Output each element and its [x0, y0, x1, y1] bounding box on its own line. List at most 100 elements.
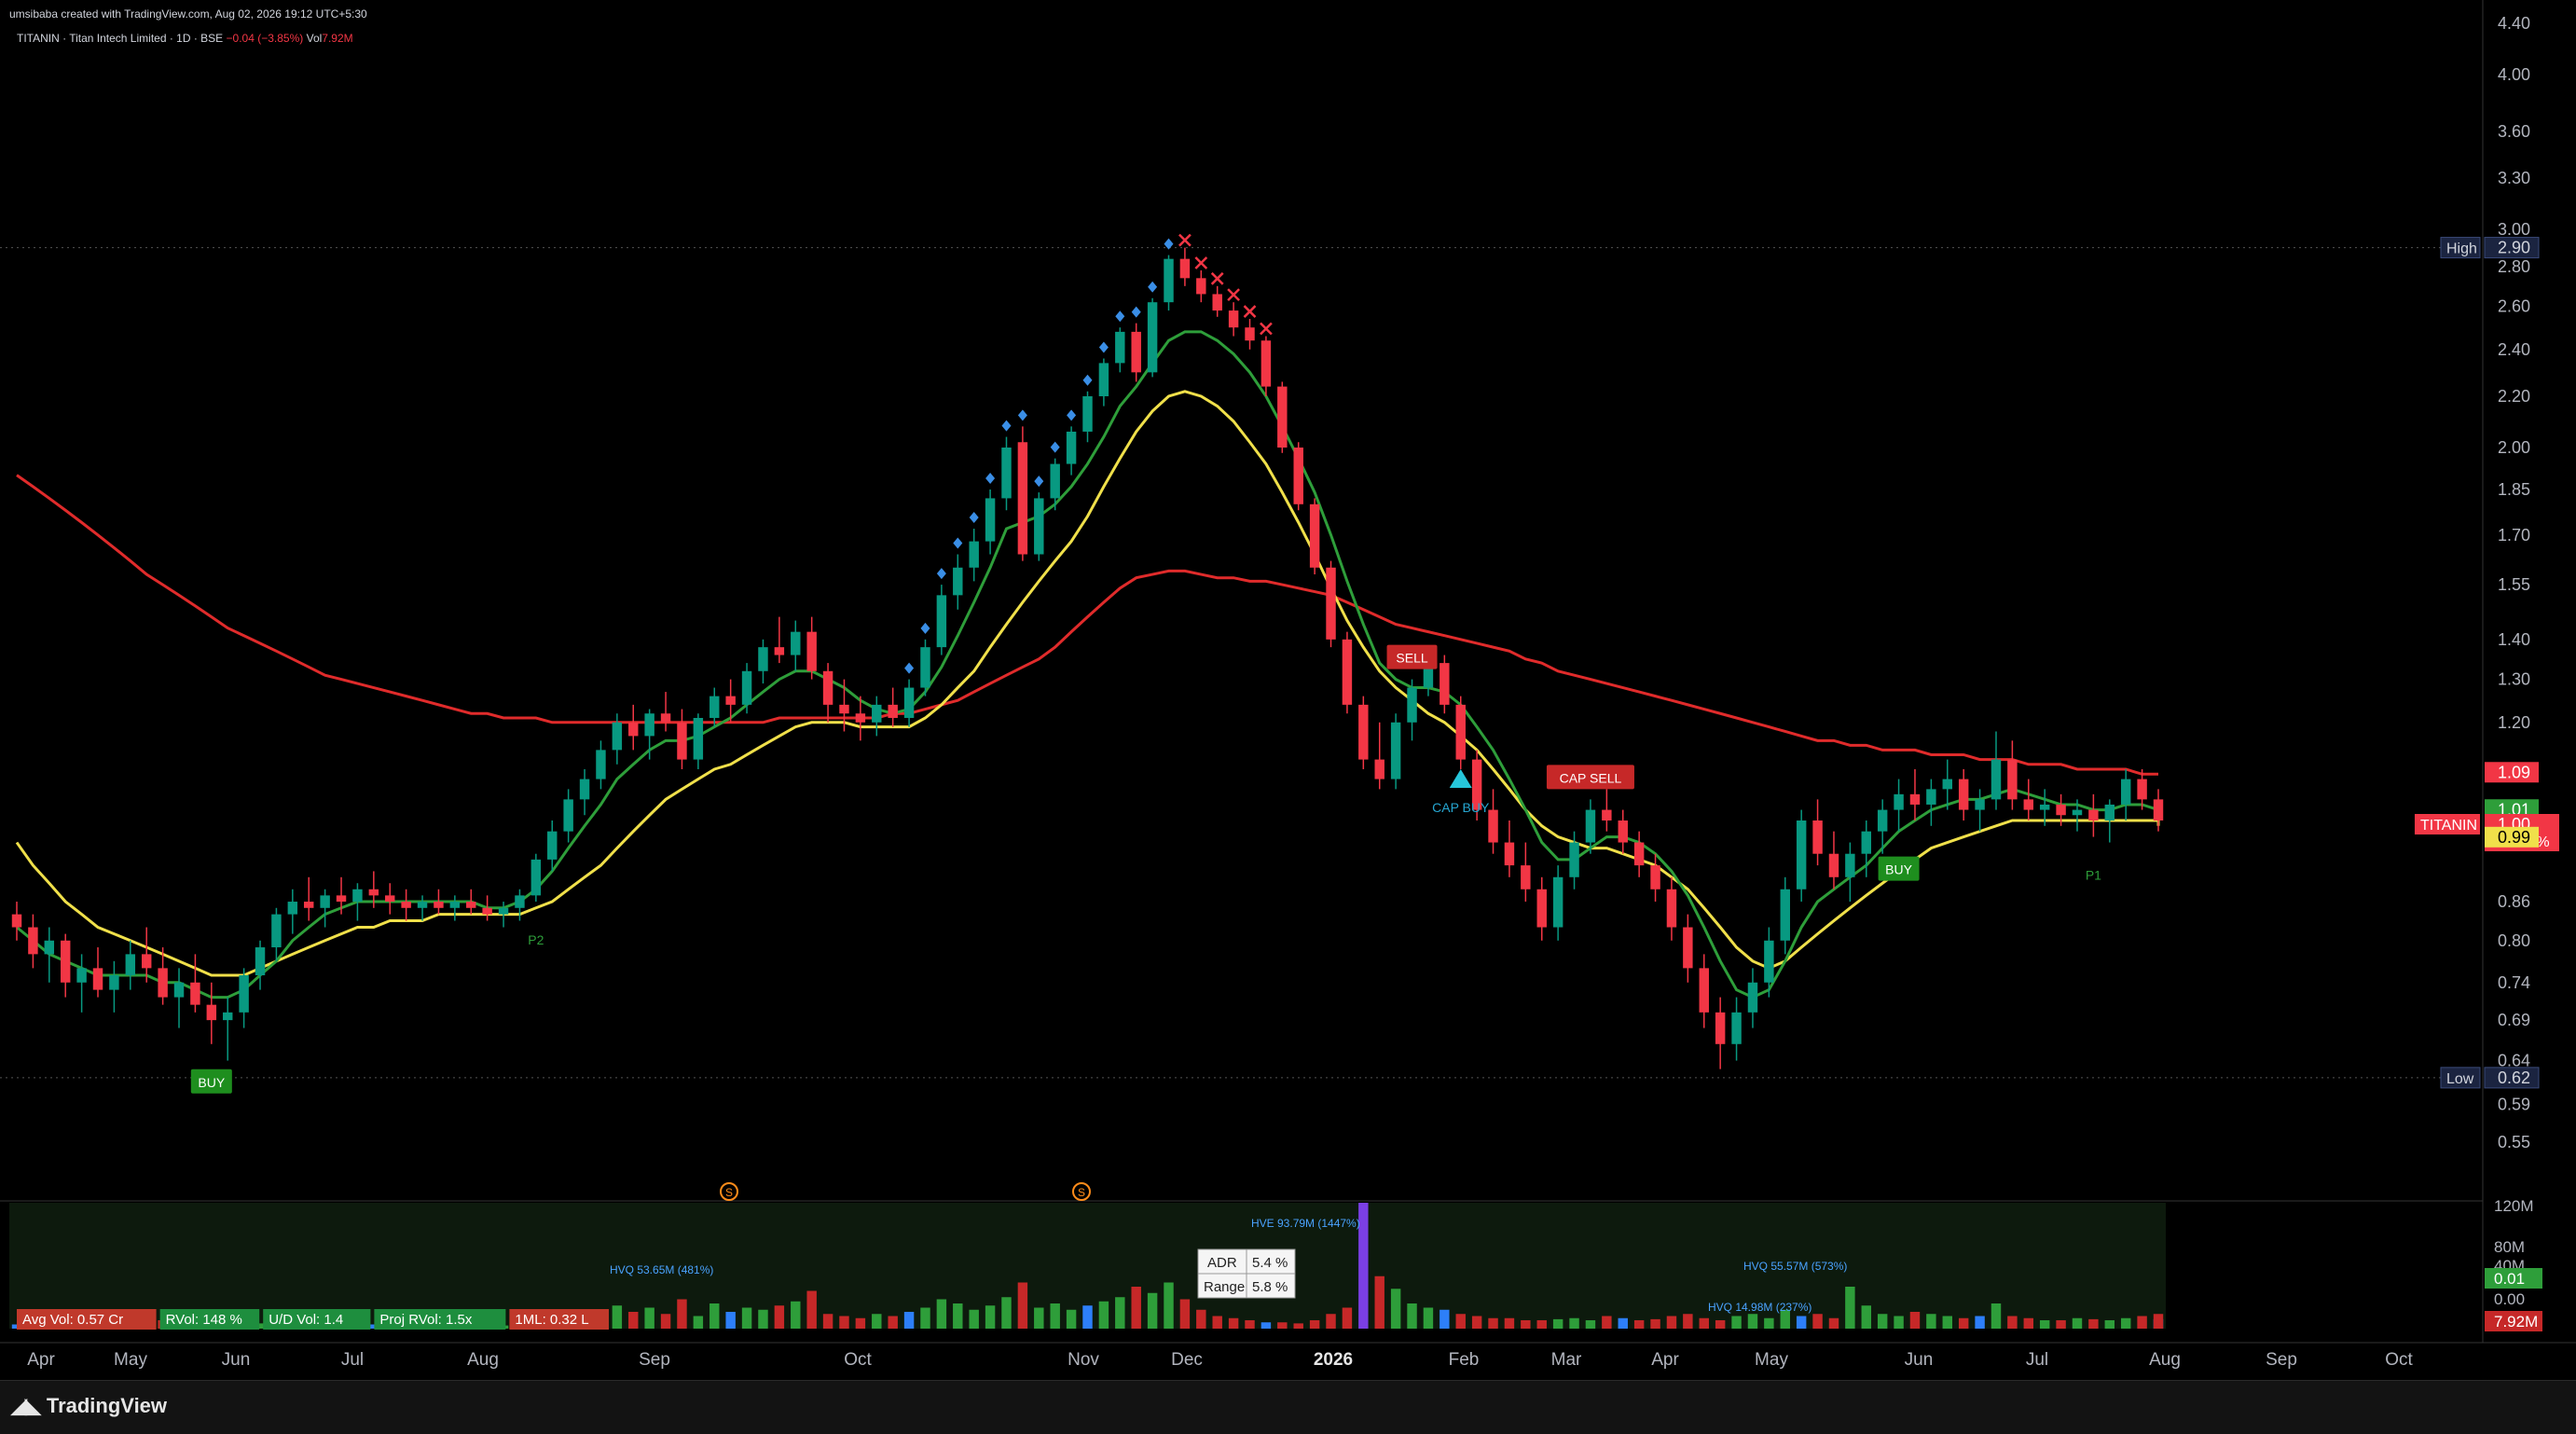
- volume-bar: [660, 1314, 671, 1329]
- tradingview-logo-icon: ◢◣: [11, 1394, 41, 1417]
- volume-bar: [953, 1303, 963, 1329]
- y-tick-label: 2.60: [2498, 297, 2530, 316]
- candle-body: [466, 902, 476, 908]
- symbol-tag-label: TITANIN: [2420, 818, 2477, 834]
- candle-body: [60, 940, 71, 983]
- candle-body: [2088, 809, 2099, 821]
- candle-body: [2153, 799, 2164, 821]
- candle-body: [677, 722, 687, 760]
- candle-body: [1942, 779, 1953, 790]
- candle-body: [2104, 804, 2115, 821]
- candle-body: [1796, 820, 1807, 889]
- candle-body: [1585, 809, 1596, 843]
- volume-label: Vol: [306, 32, 323, 45]
- volume-bar: [1034, 1307, 1044, 1329]
- signal-label: P2: [528, 932, 544, 947]
- candle-body: [255, 947, 266, 976]
- candle-body: [1001, 448, 1012, 499]
- candle-body: [1764, 940, 1774, 983]
- candle-body: [1293, 448, 1303, 504]
- x-tick-label: Jun: [1905, 1350, 1934, 1370]
- volume-bar: [2088, 1318, 2099, 1329]
- candle-body: [2039, 804, 2050, 810]
- volume-bar: [1082, 1305, 1093, 1329]
- volume-bar: [1569, 1317, 1579, 1329]
- volume-bar: [2039, 1320, 2050, 1329]
- candle-body: [1179, 258, 1191, 279]
- candle-body: [660, 713, 671, 723]
- candle-body: [872, 704, 882, 723]
- volume-stat-text: Proj RVol: 1.5x: [379, 1312, 472, 1328]
- candle-body: [222, 1012, 233, 1021]
- candle-body: [2056, 804, 2066, 816]
- brand-logo[interactable]: ◢◣ TradingView: [11, 1394, 167, 1418]
- volume-bar: [1747, 1314, 1758, 1329]
- volume-bar: [1212, 1316, 1222, 1329]
- x-tick-label: Mar: [1551, 1350, 1582, 1370]
- x-tick-label: Aug: [2149, 1350, 2181, 1370]
- adr-value: 5.4 %: [1252, 1255, 1288, 1271]
- candle-body: [434, 902, 444, 908]
- candle-body: [1407, 687, 1417, 723]
- candle-body: [1991, 759, 2002, 800]
- low-tag-label: Low: [2446, 1071, 2474, 1087]
- volume-axis-label: 120M: [2494, 1197, 2534, 1215]
- y-tick-label: 0.86: [2498, 892, 2530, 911]
- volume-bar: [1050, 1303, 1060, 1329]
- volume-bar: [1926, 1314, 1936, 1329]
- volume-bar: [806, 1290, 817, 1329]
- candle-body: [1390, 722, 1401, 779]
- candle-body: [920, 647, 930, 688]
- candle-body: [2120, 779, 2131, 805]
- candle-body: [28, 927, 38, 955]
- candle-body: [1569, 842, 1579, 877]
- candle-body: [969, 541, 979, 568]
- candle-body: [1812, 820, 1823, 854]
- volume-bar: [920, 1307, 930, 1329]
- volume-stat-text: RVol: 148 %: [166, 1312, 242, 1328]
- candle-body: [628, 722, 639, 737]
- volume-bar: [936, 1299, 947, 1329]
- candle-body: [1780, 889, 1790, 941]
- volume-bar: [1650, 1318, 1660, 1329]
- candle-body: [1374, 759, 1384, 779]
- candle-body: [109, 975, 119, 990]
- candle-body: [1228, 310, 1239, 328]
- volume-bar: [1764, 1317, 1774, 1329]
- volume-bar: [1228, 1317, 1239, 1329]
- candle-body: [1909, 793, 1921, 805]
- low-price-value: 0.62: [2498, 1069, 2530, 1087]
- volume-bar: [1877, 1314, 1888, 1329]
- candle-body: [596, 750, 606, 779]
- candle-body: [2137, 779, 2147, 800]
- candle-body: [401, 902, 411, 908]
- volume-bar: [774, 1305, 785, 1329]
- y-tick-label: 2.00: [2498, 438, 2530, 457]
- x-tick-label: Jul: [2026, 1350, 2048, 1370]
- candle-body: [1504, 842, 1515, 866]
- volume-bar: [1942, 1316, 1953, 1329]
- adr-label: ADR: [1207, 1255, 1237, 1271]
- candle-body: [953, 567, 963, 596]
- candle-body: [822, 670, 833, 705]
- price-chart[interactable]: 4.404.003.603.303.002.802.602.402.202.00…: [0, 0, 2576, 1380]
- range-value: 5.8 %: [1252, 1279, 1288, 1295]
- volume-bar: [1618, 1317, 1628, 1329]
- symbol-legend[interactable]: TITANIN · Titan Intech Limited · 1D · BS…: [17, 32, 353, 45]
- x-tick-label: Sep: [639, 1350, 670, 1370]
- volume-bar: [2056, 1320, 2066, 1329]
- candle-body: [709, 696, 720, 718]
- signal-label: CAP BUY: [1432, 800, 1490, 815]
- x-tick-label: Dec: [1171, 1350, 1203, 1370]
- candle-body: [1536, 889, 1547, 928]
- candle-body: [1666, 889, 1677, 928]
- hv-label: HVQ 14.98M (237%): [1708, 1301, 1811, 1314]
- candle-body: [936, 595, 947, 648]
- candle-body: [1845, 853, 1855, 877]
- volume-bar: [1390, 1289, 1401, 1329]
- candle-body: [725, 696, 736, 705]
- candle-body: [839, 704, 849, 714]
- earnings-icon-glyph: S: [725, 1186, 733, 1199]
- y-tick-label: 1.85: [2498, 480, 2530, 499]
- volume-bar: [1861, 1305, 1871, 1329]
